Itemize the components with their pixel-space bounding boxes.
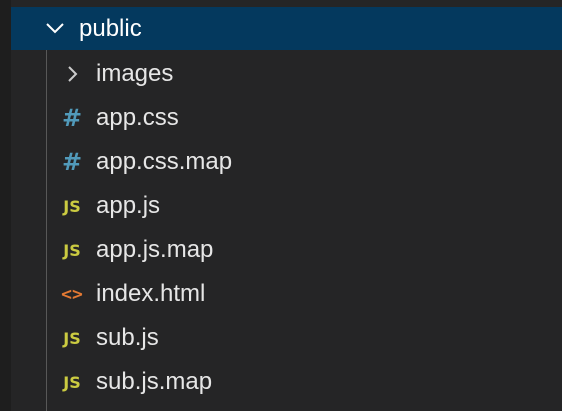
folder-label: public bbox=[79, 14, 142, 42]
file-app-css-map[interactable]: # app.css.map bbox=[11, 140, 562, 184]
chevron-right-icon bbox=[60, 62, 84, 86]
js-file-icon: JS bbox=[63, 372, 81, 392]
css-file-icon: # bbox=[61, 104, 83, 132]
file-index-html[interactable]: <> index.html bbox=[11, 272, 562, 316]
file-label: index.html bbox=[96, 280, 206, 307]
file-label: images bbox=[96, 60, 174, 87]
css-file-icon: # bbox=[61, 148, 83, 176]
file-sub-js-map[interactable]: JS sub.js.map bbox=[11, 360, 562, 404]
file-explorer-tree: public images # app.css # app.css.map JS… bbox=[0, 0, 562, 411]
sidebar-edge bbox=[0, 0, 11, 411]
file-label: app.js.map bbox=[96, 236, 214, 263]
chevron-down-icon bbox=[45, 18, 65, 38]
file-label: app.js bbox=[96, 192, 161, 219]
js-file-icon: JS bbox=[63, 196, 81, 216]
js-file-icon: JS bbox=[63, 328, 81, 348]
folder-public[interactable]: public bbox=[11, 7, 562, 50]
file-label: app.css.map bbox=[96, 148, 233, 175]
file-sub-js[interactable]: JS sub.js bbox=[11, 316, 562, 360]
file-label: sub.js bbox=[96, 324, 159, 351]
folder-images[interactable]: images bbox=[11, 52, 562, 96]
file-app-css[interactable]: # app.css bbox=[11, 96, 562, 140]
js-file-icon: JS bbox=[63, 240, 81, 260]
html-file-icon: <> bbox=[61, 283, 83, 305]
file-label: app.css bbox=[96, 104, 179, 131]
file-app-js-map[interactable]: JS app.js.map bbox=[11, 228, 562, 272]
file-app-js[interactable]: JS app.js bbox=[11, 184, 562, 228]
file-label: sub.js.map bbox=[96, 368, 213, 395]
